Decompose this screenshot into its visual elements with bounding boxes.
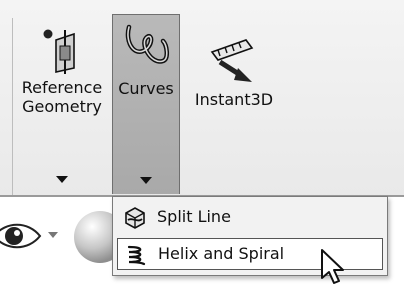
menu-item-label: Helix and Spiral (158, 244, 285, 263)
app-window: Reference Geometry Curves Instant3D Spli… (0, 0, 404, 287)
menu-item-label: Split Line (157, 207, 231, 226)
instant3d-icon (210, 39, 254, 82)
chevron-down-icon[interactable] (140, 177, 152, 184)
menu-item-split-line[interactable]: Split Line (117, 202, 383, 234)
instant3d-label: Instant3D (194, 90, 274, 109)
ribbon-separator (12, 18, 13, 196)
reference-geometry-button[interactable]: Reference Geometry (14, 14, 110, 194)
split-line-icon (125, 207, 145, 229)
reference-plane-icon (43, 29, 75, 74)
curves-icon (125, 24, 169, 64)
helix-spiral-icon (127, 245, 146, 266)
eye-icon[interactable] (0, 219, 46, 253)
curves-button[interactable]: Curves (112, 14, 180, 194)
curves-label: Curves (118, 79, 174, 98)
label-line-2: Geometry (22, 97, 102, 116)
mouse-pointer-icon (321, 249, 344, 284)
ribbon-panel: Reference Geometry Curves Instant3D (0, 0, 404, 196)
chevron-down-icon[interactable] (56, 176, 68, 183)
instant3d-button[interactable]: Instant3D (186, 14, 282, 124)
label-line-1: Reference (21, 78, 103, 97)
reference-geometry-label: Reference Geometry (14, 78, 110, 116)
chevron-down-icon[interactable] (48, 232, 58, 238)
